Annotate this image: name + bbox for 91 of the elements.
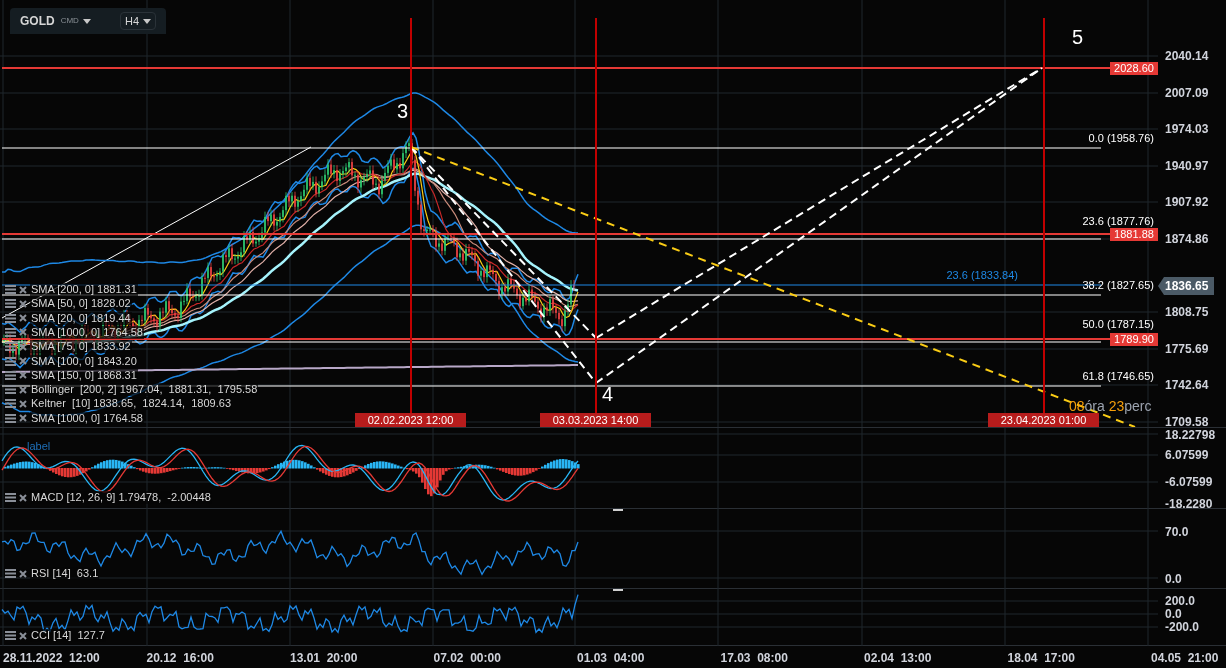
- axis-label: 1974.03: [1165, 122, 1209, 136]
- close-icon[interactable]: [19, 357, 27, 365]
- time-label: 02.04 13:00: [864, 651, 932, 665]
- axis-label: 18.22798: [1165, 428, 1216, 442]
- axis-label: 2007.09: [1165, 86, 1209, 100]
- timeframe-dropdown[interactable]: H4: [119, 12, 156, 30]
- close-icon[interactable]: [19, 314, 27, 323]
- list-icon[interactable]: [5, 385, 16, 395]
- wave-label: 3: [397, 100, 409, 122]
- list-icon[interactable]: [5, 327, 16, 337]
- close-icon[interactable]: [19, 299, 27, 308]
- axis-label: -200.0: [1165, 620, 1200, 634]
- wave-label: 5: [1072, 26, 1084, 48]
- list-icon[interactable]: [5, 413, 16, 423]
- indicator-label: CCI [14] 127.7: [30, 629, 106, 642]
- indicator-label: Bollinger [200, 2] 1967.04, 1881.31, 1795.58: [30, 383, 259, 397]
- close-icon[interactable]: [19, 399, 27, 408]
- indicator-label: RSI [14] 63.1: [30, 567, 100, 580]
- list-icon[interactable]: [5, 342, 16, 352]
- axis-label: -6.07599: [1165, 475, 1213, 489]
- close-icon[interactable]: [19, 371, 27, 380]
- close-icon[interactable]: [19, 631, 27, 640]
- countdown-text: 08óra 23perc: [1069, 398, 1152, 414]
- list-icon[interactable]: [5, 399, 16, 409]
- indicator-label: Keltner [10] 1838.65, 1824.14, 1809.63: [30, 397, 232, 411]
- price-level-badge: 1789.90: [1110, 333, 1158, 346]
- close-icon[interactable]: [19, 285, 27, 294]
- axis-label: 1742.64: [1165, 378, 1209, 392]
- indicator-label: SMA [150, 0] 1868.31: [30, 368, 138, 382]
- close-icon[interactable]: [19, 414, 27, 423]
- time-label: 18.04 17:00: [1007, 651, 1075, 665]
- time-label: 20.12 16:00: [146, 651, 214, 665]
- price-level-badge: 1881.88: [1110, 228, 1158, 241]
- list-icon[interactable]: [5, 631, 16, 640]
- fibonacci-label: 23.6 (1833.84): [946, 269, 1018, 281]
- date-badge: 23.04.2023 01:00: [988, 413, 1099, 427]
- axis-label: 1808.75: [1165, 305, 1209, 319]
- price-level-badge: 2028.60: [1110, 62, 1158, 75]
- axis-label: 0.0: [1165, 572, 1182, 586]
- time-label: 07.02 00:00: [433, 651, 501, 665]
- indicator-label: MACD [12, 26, 9] 1.79478, -2.00448: [30, 491, 212, 504]
- list-icon[interactable]: [5, 285, 16, 294]
- indicator-label: SMA [100, 0] 1843.20: [30, 354, 138, 368]
- axis-label: -18.2280: [1165, 497, 1213, 511]
- axis-label: 1940.97: [1165, 159, 1209, 173]
- axis-label: 1874.86: [1165, 232, 1209, 246]
- axis-label: 200.0: [1165, 594, 1196, 608]
- wave-label: 4: [602, 383, 614, 405]
- symbol-label: GOLD: [20, 13, 55, 30]
- time-label: 28.11.2022 12:00: [3, 651, 100, 665]
- indicator-label: SMA [200, 0] 1881.31: [30, 283, 138, 296]
- time-label: 04.05 21:00: [1151, 651, 1219, 665]
- fibonacci-label: 61.8 (1746.65): [1082, 370, 1154, 382]
- axis-label: 1907.92: [1165, 195, 1209, 209]
- fibonacci-label: 38.2 (1827.65): [1082, 279, 1154, 291]
- series-tag: label: [27, 438, 51, 455]
- close-icon[interactable]: [19, 328, 27, 337]
- indicator-label: SMA [75, 0] 1833.92: [30, 340, 132, 354]
- list-icon[interactable]: [5, 569, 16, 578]
- axis-label: 0.0: [1165, 607, 1182, 621]
- axis-label: 1709.58: [1165, 415, 1209, 429]
- date-badge: 02.02.2023 12:00: [355, 413, 466, 427]
- indicator-label: SMA [50, 0] 1828.02: [30, 297, 132, 311]
- fibonacci-label: 0.0 (1958.76): [1088, 132, 1154, 144]
- resize-handle[interactable]: [613, 589, 623, 591]
- resize-handle[interactable]: [613, 509, 623, 511]
- list-icon[interactable]: [5, 370, 16, 380]
- close-icon[interactable]: [19, 385, 27, 394]
- list-icon[interactable]: [5, 313, 16, 323]
- axis-label: 2040.14: [1165, 49, 1209, 63]
- time-label: 13.01 20:00: [290, 651, 358, 665]
- indicator-label: SMA [1000, 0] 1764.58: [30, 411, 144, 425]
- caret-icon: [143, 18, 151, 24]
- axis-label: 70.0: [1165, 525, 1189, 539]
- date-badge: 03.03.2023 14:00: [540, 413, 651, 427]
- indicator-label: SMA [1000, 0] 1764.58: [30, 325, 144, 339]
- list-icon[interactable]: [5, 299, 16, 309]
- close-icon[interactable]: [19, 493, 27, 502]
- close-icon[interactable]: [19, 342, 27, 351]
- time-label: 17.03 08:00: [720, 651, 788, 665]
- current-price-tag: 1836.65: [1158, 277, 1214, 295]
- axis-label: 1775.69: [1165, 342, 1209, 356]
- caret-icon: [82, 18, 91, 24]
- close-icon[interactable]: [19, 569, 27, 578]
- fibonacci-label: 50.0 (1787.15): [1082, 318, 1154, 330]
- fibonacci-label: 23.6 (1877.76): [1082, 215, 1154, 227]
- market-dropdown[interactable]: CMD: [60, 15, 91, 27]
- time-label: 01.03 04:00: [577, 651, 645, 665]
- axis-label: 6.07599: [1165, 448, 1209, 462]
- list-icon[interactable]: [5, 356, 16, 366]
- list-icon[interactable]: [5, 493, 16, 502]
